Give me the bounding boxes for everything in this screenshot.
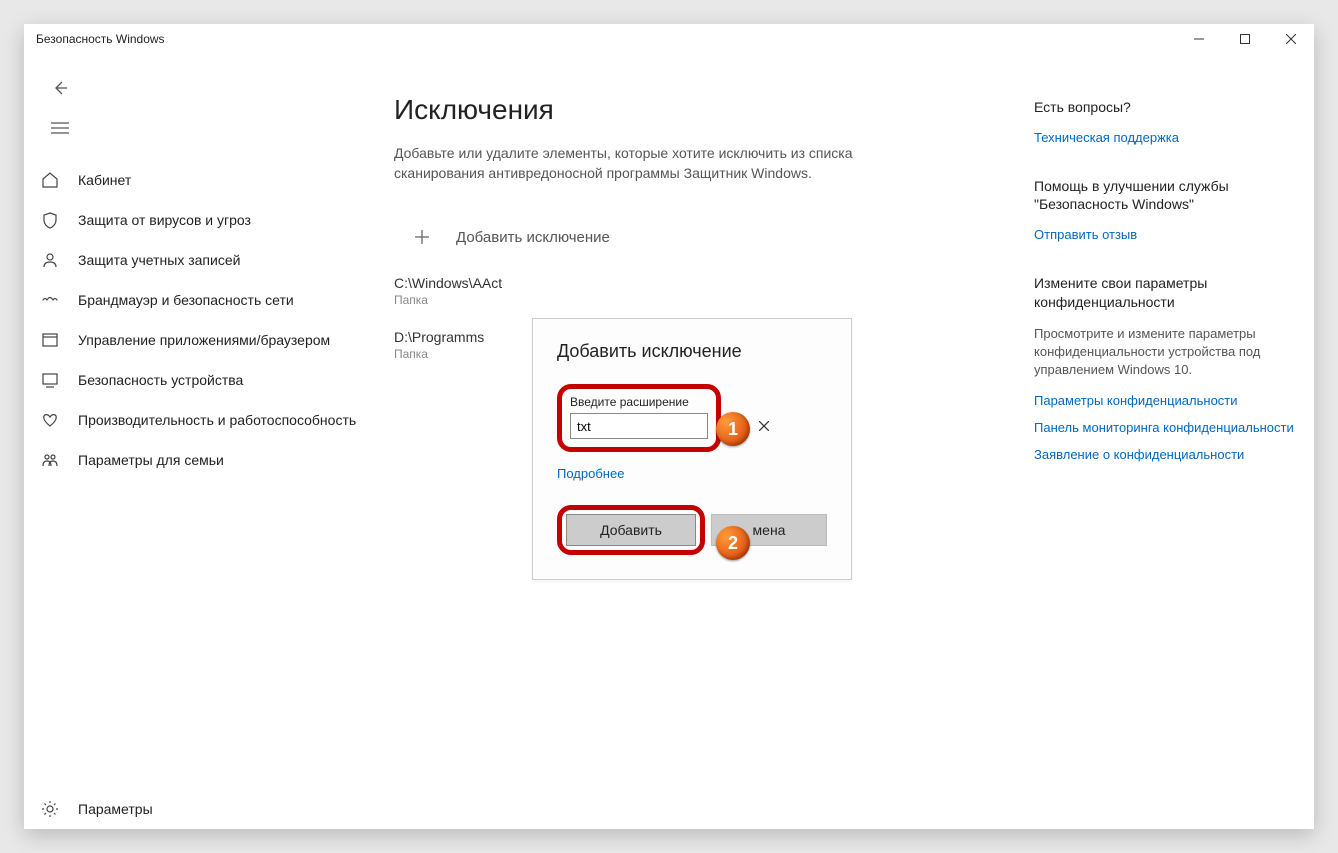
nav-home[interactable]: Кабинет: [24, 160, 358, 200]
plus-icon: [410, 225, 434, 249]
nav-label: Кабинет: [78, 172, 131, 188]
nav-family[interactable]: Параметры для семьи: [24, 440, 358, 480]
titlebar: Безопасность Windows: [24, 24, 1314, 54]
gear-icon: [40, 799, 60, 819]
nav-label: Защита от вирусов и угроз: [78, 212, 251, 228]
nav-account[interactable]: Защита учетных записей: [24, 240, 358, 280]
sidebar: Кабинет Защита от вирусов и угроз Защита…: [24, 54, 358, 829]
link-privacy-settings[interactable]: Параметры конфиденциальности: [1034, 393, 1294, 410]
aside-privacy-text: Просмотрите и измените параметры конфиде…: [1034, 325, 1294, 380]
nav-performance[interactable]: Производительность и работоспособность: [24, 400, 358, 440]
network-icon: [40, 290, 60, 310]
home-icon: [40, 170, 60, 190]
shield-icon: [40, 210, 60, 230]
add-button[interactable]: Добавить: [566, 514, 696, 546]
exclusion-path: C:\Windows\AAct: [394, 275, 1014, 291]
aside-panel: Есть вопросы? Техническая поддержка Помо…: [1034, 94, 1294, 809]
window-icon: [40, 330, 60, 350]
heart-icon: [40, 410, 60, 430]
nav-label: Защита учетных записей: [78, 252, 240, 268]
add-exclusion-button[interactable]: Добавить исключение: [394, 219, 1014, 255]
dialog-title: Добавить исключение: [557, 341, 827, 362]
nav-label: Производительность и работоспособность: [78, 412, 356, 428]
add-exclusion-dialog: Добавить исключение Введите расширение П…: [532, 318, 852, 580]
link-feedback[interactable]: Отправить отзыв: [1034, 227, 1294, 244]
add-exclusion-label: Добавить исключение: [456, 229, 610, 246]
aside-questions-title: Есть вопросы?: [1034, 98, 1294, 116]
nav-settings[interactable]: Параметры: [24, 789, 358, 829]
link-support[interactable]: Техническая поддержка: [1034, 130, 1294, 147]
nav-label: Брандмауэр и безопасность сети: [78, 292, 294, 308]
nav-label: Безопасность устройства: [78, 372, 243, 388]
nav-firewall[interactable]: Брандмауэр и безопасность сети: [24, 280, 358, 320]
family-icon: [40, 450, 60, 470]
maximize-button[interactable]: [1222, 24, 1268, 54]
nav-label: Управление приложениями/браузером: [78, 332, 330, 348]
app-window: Безопасность Windows Кабинет: [24, 24, 1314, 829]
nav-appbrowser[interactable]: Управление приложениями/браузером: [24, 320, 358, 360]
link-privacy-statement[interactable]: Заявление о конфиденциальности: [1034, 447, 1294, 464]
exclusion-item[interactable]: C:\Windows\AAct Папка: [394, 275, 1014, 307]
nav-label: Параметры для семьи: [78, 452, 224, 468]
aside-privacy-title: Измените свои параметры конфиденциальнос…: [1034, 274, 1294, 310]
annotation-badge-2: 2: [716, 526, 750, 560]
nav-virus[interactable]: Защита от вирусов и угроз: [24, 200, 358, 240]
page-description: Добавьте или удалите элементы, которые х…: [394, 144, 894, 183]
nav-list: Кабинет Защита от вирусов и угроз Защита…: [24, 160, 358, 789]
nav-label: Параметры: [78, 801, 153, 817]
page-title: Исключения: [394, 94, 1014, 126]
link-privacy-dashboard[interactable]: Панель мониторинга конфиденциальности: [1034, 420, 1294, 437]
window-title: Безопасность Windows: [36, 32, 165, 46]
extension-input-group: Введите расширение: [557, 384, 721, 452]
aside-help-title: Помощь в улучшении службы "Безопасность …: [1034, 177, 1294, 213]
annotation-badge-1: 1: [716, 412, 750, 446]
device-icon: [40, 370, 60, 390]
extension-input-label: Введите расширение: [570, 395, 708, 409]
back-button[interactable]: [40, 70, 80, 106]
minimize-button[interactable]: [1176, 24, 1222, 54]
exclusion-type: Папка: [394, 293, 1014, 307]
close-button[interactable]: [1268, 24, 1314, 54]
clear-input-icon[interactable]: [759, 414, 769, 438]
menu-button[interactable]: [40, 110, 80, 146]
person-icon: [40, 250, 60, 270]
link-more-info[interactable]: Подробнее: [557, 466, 827, 481]
nav-device[interactable]: Безопасность устройства: [24, 360, 358, 400]
